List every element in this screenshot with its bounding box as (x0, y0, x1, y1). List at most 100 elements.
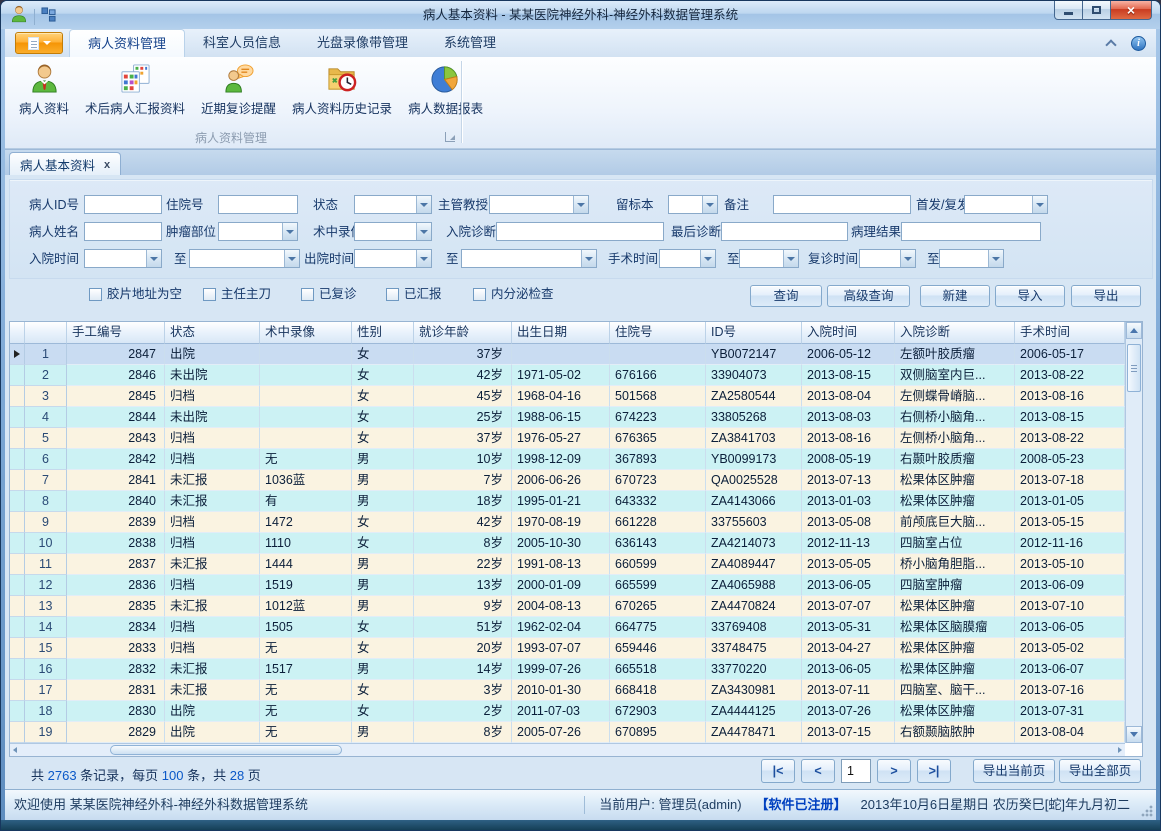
column-header[interactable]: 手术时间 (1015, 322, 1125, 344)
ribbon-collapse-icon[interactable] (1105, 39, 1116, 50)
column-header[interactable]: 住院号 (610, 322, 706, 344)
arrow-left-icon[interactable] (13, 747, 17, 753)
tumor_site-select[interactable] (218, 222, 298, 241)
advanced-search-button[interactable]: 高级查询 (827, 285, 910, 307)
table-row[interactable]: 12847出院女37岁YB00721472006-05-12左额叶胶质瘤2006… (10, 344, 1142, 365)
table-row[interactable]: 52843归档女37岁1976-05-27676365ZA38417032013… (10, 428, 1142, 449)
column-header[interactable]: 入院时间 (802, 322, 895, 344)
inpatient_no-input[interactable] (218, 195, 298, 214)
dropdown-button[interactable] (416, 250, 431, 267)
info-icon[interactable]: i (1131, 36, 1146, 51)
patient-info-button[interactable]: 病人资料 (11, 59, 77, 129)
vertical-scroll-thumb[interactable] (1127, 344, 1141, 392)
scroll-down-button[interactable] (1126, 726, 1142, 743)
reported-checkbox[interactable] (386, 288, 399, 301)
dropdown-button[interactable] (416, 196, 431, 213)
specimen-select[interactable] (668, 195, 718, 214)
import-button[interactable]: 导入 (995, 285, 1065, 307)
dropdown-button[interactable] (988, 250, 1003, 267)
table-row[interactable]: 112837未汇报1444男22岁1991-08-13660599ZA40894… (10, 554, 1142, 575)
table-row[interactable]: 32845归档女45岁1968-04-16501568ZA25805442013… (10, 386, 1142, 407)
table-row[interactable]: 182830出院无女2岁2011-07-03672903ZA4444125201… (10, 701, 1142, 722)
search-button[interactable]: 查询 (750, 285, 822, 307)
column-header[interactable]: 性别 (352, 322, 414, 344)
first_recur-select[interactable] (964, 195, 1048, 214)
dropdown-button[interactable] (282, 223, 297, 240)
dropdown-button[interactable] (581, 250, 596, 267)
column-header[interactable]: 出生日期 (512, 322, 610, 344)
column-header[interactable]: 状态 (165, 322, 260, 344)
ribbon-tab-patient-data-management[interactable]: 病人资料管理 (69, 29, 185, 57)
remark-input[interactable] (773, 195, 911, 214)
to-select[interactable] (739, 249, 799, 268)
column-header[interactable]: ID号 (706, 322, 802, 344)
pagination-next-button[interactable]: > (877, 759, 911, 783)
table-row[interactable]: 42844未出院女25岁1988-06-15674223338052682013… (10, 407, 1142, 428)
film-address-empty-checkbox[interactable] (89, 288, 102, 301)
ribbon-tab-department-staff-info[interactable]: 科室人员信息 (185, 29, 299, 57)
table-row[interactable]: 192829出院无男8岁2005-07-26670895ZA4478471201… (10, 722, 1142, 743)
table-row[interactable]: 172831未汇报无女3岁2010-01-30668418ZA343098120… (10, 680, 1142, 701)
admission_time-select[interactable] (84, 249, 162, 268)
table-row[interactable]: 102838归档1110女8岁2005-10-30636143ZA4214073… (10, 533, 1142, 554)
patient-history-button[interactable]: 病人资料历史记录 (284, 59, 400, 129)
new-button[interactable]: 新建 (920, 285, 990, 307)
resize-grip[interactable] (1141, 805, 1153, 817)
table-row[interactable]: 122836归档1519男13岁2000-01-09665599ZA406598… (10, 575, 1142, 596)
registration-link[interactable]: 【软件已注册】 (756, 790, 847, 820)
to-select[interactable] (189, 249, 300, 268)
export-all-pages-button[interactable]: 导出全部页 (1059, 759, 1141, 783)
table-row[interactable]: 92839归档1472女42岁1970-08-19661228337556032… (10, 512, 1142, 533)
table-row[interactable]: 132835未汇报1012蓝男9岁2004-08-13670265ZA44708… (10, 596, 1142, 617)
horizontal-scrollbar[interactable] (10, 743, 1125, 756)
table-row[interactable]: 162832未汇报1517男14岁1999-07-266655183377022… (10, 659, 1142, 680)
table-row[interactable]: 22846未出院女42岁1971-05-02676166339040732013… (10, 365, 1142, 386)
vertical-scrollbar[interactable] (1125, 322, 1142, 743)
tab-patient-basic-info[interactable]: 病人基本资料 x (9, 152, 121, 176)
scroll-up-button[interactable] (1126, 322, 1142, 339)
table-row[interactable]: 142834归档1505女51岁1962-02-0466477533769408… (10, 617, 1142, 638)
page-number-input[interactable] (841, 759, 871, 783)
dropdown-button[interactable] (783, 250, 798, 267)
export-current-page-button[interactable]: 导出当前页 (973, 759, 1055, 783)
pathology-input[interactable] (901, 222, 1041, 241)
status-select[interactable] (354, 195, 432, 214)
intraop_video-select[interactable] (354, 222, 432, 241)
column-header[interactable]: 入院诊断 (895, 322, 1015, 344)
pagination-last-button[interactable]: >| (917, 759, 951, 783)
surgery_time-select[interactable] (659, 249, 716, 268)
pagination-prev-button[interactable]: < (801, 759, 835, 783)
application-menu-button[interactable] (15, 32, 63, 54)
admission_diag-input[interactable] (496, 222, 664, 241)
maximize-button[interactable] (1083, 1, 1111, 20)
table-row[interactable]: 82840未汇报有男18岁1995-01-21643332ZA414306620… (10, 491, 1142, 512)
dropdown-button[interactable] (146, 250, 161, 267)
export-button[interactable]: 导出 (1071, 285, 1141, 307)
patient_name-input[interactable] (84, 222, 162, 241)
pagination-first-button[interactable]: |< (761, 759, 795, 783)
minimize-button[interactable] (1054, 1, 1083, 20)
to-select[interactable] (461, 249, 597, 268)
dropdown-button[interactable] (284, 250, 299, 267)
dropdown-button[interactable] (702, 196, 717, 213)
table-row[interactable]: 62842归档无男10岁1998-12-09367893YB0099173200… (10, 449, 1142, 470)
column-header[interactable]: 就诊年龄 (414, 322, 512, 344)
chief-surgeon-checkbox[interactable] (203, 288, 216, 301)
discharge_time-select[interactable] (354, 249, 432, 268)
endocrine-exam-checkbox[interactable] (473, 288, 486, 301)
patient_id-input[interactable] (84, 195, 162, 214)
followup-reminder-button[interactable]: 近期复诊提醒 (193, 59, 284, 129)
postop-report-button[interactable]: 术后病人汇报资料 (77, 59, 193, 129)
column-header[interactable]: 术中录像 (260, 322, 352, 344)
patient-report-chart-button[interactable]: 病人数据报表 (400, 59, 491, 129)
dropdown-button[interactable] (900, 250, 915, 267)
final_diag-input[interactable] (721, 222, 848, 241)
ribbon-tab-system-management[interactable]: 系统管理 (426, 29, 514, 57)
dialog-launcher-icon[interactable] (445, 132, 455, 142)
table-row[interactable]: 72841未汇报1036蓝男7岁2006-06-26670723QA002552… (10, 470, 1142, 491)
dropdown-button[interactable] (1032, 196, 1047, 213)
table-row[interactable]: 152833归档无女20岁1993-07-0765944633748475201… (10, 638, 1142, 659)
column-header[interactable]: 手工编号 (67, 322, 165, 344)
to-select[interactable] (939, 249, 1004, 268)
horizontal-scroll-thumb[interactable] (110, 745, 342, 755)
